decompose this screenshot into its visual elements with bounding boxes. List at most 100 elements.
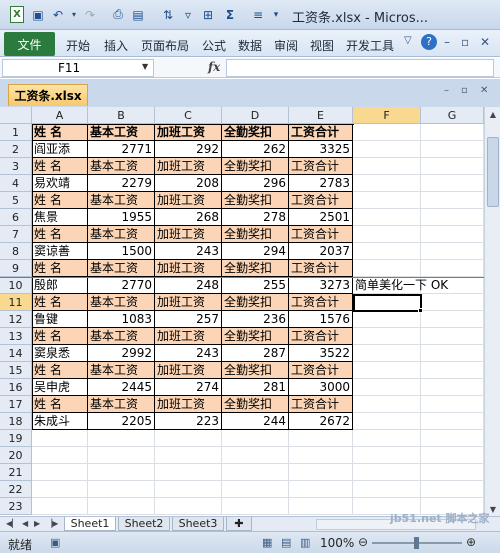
name-box-dropdown-icon[interactable]: ▼ — [142, 62, 148, 71]
header-cell[interactable]: 全勤奖扣 — [222, 226, 289, 243]
zoom-in-icon[interactable]: ⊕ — [466, 535, 476, 549]
row-header[interactable]: 8 — [0, 243, 32, 260]
last-sheet-icon[interactable]: ▕▶ — [46, 519, 58, 528]
cell[interactable] — [353, 447, 421, 464]
cell[interactable]: 2205 — [88, 413, 155, 430]
header-cell[interactable]: 工资合计 — [289, 294, 353, 311]
scroll-up-icon[interactable]: ▲ — [486, 107, 500, 121]
cell[interactable] — [421, 141, 484, 158]
cell[interactable] — [421, 311, 484, 328]
cell[interactable] — [353, 481, 421, 498]
header-cell[interactable]: 工资合计 — [289, 124, 353, 141]
header-cell[interactable]: 姓 名 — [32, 294, 88, 311]
cell[interactable]: 2445 — [88, 379, 155, 396]
cell[interactable]: 223 — [155, 413, 222, 430]
cell[interactable] — [353, 311, 421, 328]
header-cell[interactable]: 工资合计 — [289, 260, 353, 277]
cell[interactable] — [353, 430, 421, 447]
cell[interactable] — [421, 379, 484, 396]
cell[interactable]: 阎亚添 — [32, 141, 88, 158]
prev-sheet-icon[interactable]: ◀ — [22, 519, 28, 528]
cell[interactable]: 窦谅善 — [32, 243, 88, 260]
cell[interactable] — [421, 481, 484, 498]
header-cell[interactable]: 加班工资 — [155, 226, 222, 243]
column-header[interactable]: C — [155, 107, 222, 124]
cell[interactable]: 248 — [155, 277, 222, 294]
cell[interactable]: 274 — [155, 379, 222, 396]
cell[interactable]: 鲁键 — [32, 311, 88, 328]
cell[interactable] — [155, 447, 222, 464]
window-minimize-icon[interactable]: – — [444, 35, 450, 49]
cell[interactable] — [222, 498, 289, 515]
cell[interactable] — [421, 124, 484, 141]
column-header[interactable]: F — [353, 107, 421, 124]
first-sheet-icon[interactable]: ◀▏ — [6, 519, 18, 528]
cell[interactable] — [421, 243, 484, 260]
header-cell[interactable]: 基本工资 — [88, 328, 155, 345]
cell[interactable]: 257 — [155, 311, 222, 328]
filter-icon[interactable]: ▿ — [180, 6, 196, 23]
cell[interactable] — [353, 379, 421, 396]
cell[interactable] — [421, 430, 484, 447]
cell[interactable]: 281 — [222, 379, 289, 396]
cell[interactable] — [88, 481, 155, 498]
header-cell[interactable]: 工资合计 — [289, 192, 353, 209]
next-sheet-icon[interactable]: ▶ — [34, 519, 40, 528]
cell[interactable] — [32, 498, 88, 515]
workbook-restore-icon[interactable]: ▫ — [461, 85, 468, 96]
tab-page-layout[interactable]: 页面布局 — [141, 37, 189, 54]
row-header[interactable]: 3 — [0, 158, 32, 175]
zoom-out-icon[interactable]: ⊖ — [358, 535, 368, 549]
sum-icon[interactable]: Σ — [222, 6, 238, 23]
column-header[interactable]: B — [88, 107, 155, 124]
cell[interactable] — [353, 192, 421, 209]
minimize-ribbon-icon[interactable]: ▽ — [404, 35, 412, 46]
cell[interactable] — [353, 260, 421, 277]
row-header[interactable]: 7 — [0, 226, 32, 243]
help-icon[interactable]: ? — [421, 34, 437, 50]
cell[interactable]: 236 — [222, 311, 289, 328]
header-cell[interactable]: 基本工资 — [88, 226, 155, 243]
vertical-scroll-thumb[interactable] — [487, 137, 499, 207]
cell[interactable]: 1955 — [88, 209, 155, 226]
cell[interactable] — [353, 209, 421, 226]
fill-handle[interactable] — [418, 308, 423, 313]
header-cell[interactable]: 工资合计 — [289, 362, 353, 379]
header-cell[interactable]: 工资合计 — [289, 396, 353, 413]
redo-icon[interactable]: ↷ — [82, 6, 98, 23]
excel-app-icon[interactable]: X — [10, 6, 24, 23]
header-cell[interactable]: 加班工资 — [155, 328, 222, 345]
cell[interactable] — [155, 481, 222, 498]
cell[interactable] — [155, 464, 222, 481]
zoom-slider-thumb[interactable] — [414, 537, 419, 549]
cell[interactable] — [289, 447, 353, 464]
cell[interactable]: 243 — [155, 243, 222, 260]
cell[interactable]: 易欢靖 — [32, 175, 88, 192]
cell[interactable]: 2037 — [289, 243, 353, 260]
row-header[interactable]: 23 — [0, 498, 32, 515]
row-header[interactable]: 4 — [0, 175, 32, 192]
row-header[interactable]: 15 — [0, 362, 32, 379]
row-header[interactable]: 21 — [0, 464, 32, 481]
row-header[interactable]: 12 — [0, 311, 32, 328]
column-header[interactable]: A — [32, 107, 88, 124]
header-cell[interactable]: 全勤奖扣 — [222, 260, 289, 277]
header-cell[interactable]: 工资合计 — [289, 158, 353, 175]
cell[interactable]: 2672 — [289, 413, 353, 430]
window-restore-icon[interactable]: ▫ — [461, 35, 469, 49]
row-header[interactable]: 17 — [0, 396, 32, 413]
file-tab[interactable]: 文件 — [4, 32, 55, 56]
header-cell[interactable]: 工资合计 — [289, 328, 353, 345]
cell[interactable] — [155, 430, 222, 447]
workbook-tab[interactable]: 工资条.xlsx — [8, 84, 88, 106]
cell[interactable] — [222, 464, 289, 481]
cell[interactable]: 268 — [155, 209, 222, 226]
cell[interactable]: 255 — [222, 277, 289, 294]
tab-insert[interactable]: 插入 — [104, 37, 128, 54]
cell[interactable]: 3522 — [289, 345, 353, 362]
tab-developer[interactable]: 开发工具 — [346, 37, 394, 54]
header-cell[interactable]: 姓 名 — [32, 226, 88, 243]
cell[interactable] — [353, 362, 421, 379]
tab-data[interactable]: 数据 — [238, 37, 262, 54]
cell[interactable]: 292 — [155, 141, 222, 158]
